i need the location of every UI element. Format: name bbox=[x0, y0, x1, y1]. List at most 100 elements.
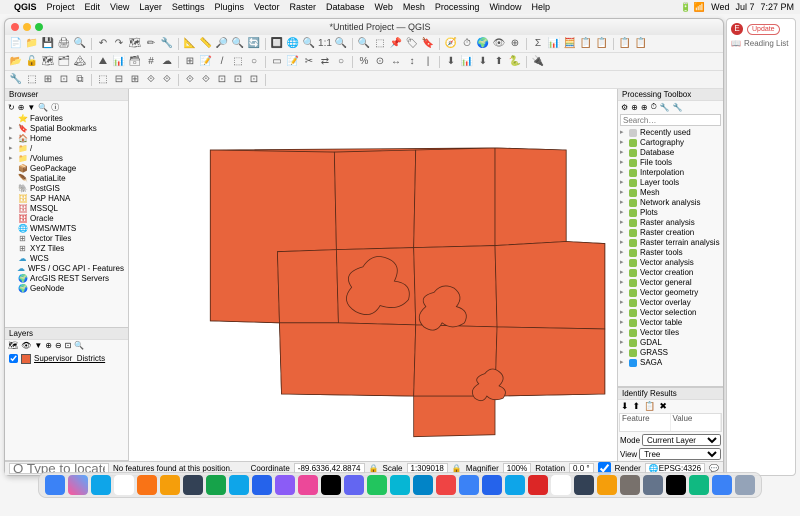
processing-provider-item[interactable]: ▸Vector overlay bbox=[620, 298, 721, 308]
menu-vector[interactable]: Vector bbox=[254, 2, 280, 12]
layers-toolbar-button[interactable]: ▼ bbox=[34, 341, 42, 350]
dock-app-icon[interactable] bbox=[643, 475, 663, 495]
toolbar-button[interactable]: 📐 bbox=[183, 37, 197, 51]
toolbar-button[interactable]: ⬆ bbox=[492, 55, 506, 69]
toolbar-button[interactable]: ⧉ bbox=[73, 73, 87, 87]
menu-layer[interactable]: Layer bbox=[139, 2, 162, 12]
toolbar-button[interactable]: 🧮 bbox=[563, 37, 577, 51]
toolbar-button[interactable]: ⟐ bbox=[144, 73, 158, 87]
browser-item[interactable]: 🌐WMS/WMTS bbox=[7, 224, 126, 234]
toolbar-button[interactable]: 📝 bbox=[199, 55, 213, 69]
browser-item[interactable]: 🗄MSSQL bbox=[7, 204, 126, 214]
dock-app-icon[interactable] bbox=[367, 475, 387, 495]
toolbar-button[interactable]: 🏷 bbox=[405, 37, 419, 51]
toolbar-button[interactable]: ⊡ bbox=[231, 73, 245, 87]
processing-toolbar-button[interactable]: 🔧 bbox=[660, 103, 670, 112]
processing-provider-item[interactable]: ▸File tools bbox=[620, 158, 721, 168]
processing-provider-item[interactable]: ▸Database bbox=[620, 148, 721, 158]
menu-plugins[interactable]: Plugins bbox=[214, 2, 244, 12]
toolbar-button[interactable]: 📝 bbox=[286, 55, 300, 69]
toolbar-button[interactable]: 🗂 bbox=[57, 55, 71, 69]
toolbar-button[interactable]: ⊟ bbox=[112, 73, 126, 87]
toolbar-button[interactable]: 🧭 bbox=[444, 37, 458, 51]
toolbar-button[interactable]: 📊 bbox=[547, 37, 561, 51]
dock-app-icon[interactable] bbox=[528, 475, 548, 495]
toolbar-button[interactable]: ✂ bbox=[302, 55, 316, 69]
browser-item[interactable]: ⊞XYZ Tiles bbox=[7, 244, 126, 254]
toolbar-button[interactable]: 🗺 bbox=[128, 37, 142, 51]
identify-copy-icon[interactable]: 📋 bbox=[644, 401, 655, 412]
toolbar-button[interactable]: 📋 bbox=[634, 37, 648, 51]
dock-app-icon[interactable] bbox=[68, 475, 88, 495]
toolbar-button[interactable]: ⛰ bbox=[96, 55, 110, 69]
toolbar-button[interactable]: 🔌 bbox=[531, 55, 545, 69]
toolbar-button[interactable]: 📁 bbox=[25, 37, 39, 51]
toolbar-button[interactable]: ⬚ bbox=[25, 73, 39, 87]
toolbar-button[interactable]: 🔍 bbox=[357, 37, 371, 51]
dock-app-icon[interactable] bbox=[597, 475, 617, 495]
browser-item[interactable]: ▸🔖Spatial Bookmarks bbox=[7, 124, 126, 134]
dock-app-icon[interactable] bbox=[183, 475, 203, 495]
browser-item[interactable]: 🐘PostGIS bbox=[7, 184, 126, 194]
dock-app-icon[interactable] bbox=[459, 475, 479, 495]
menu-qgis[interactable]: QGIS bbox=[14, 2, 37, 12]
processing-provider-item[interactable]: ▸Vector selection bbox=[620, 308, 721, 318]
toolbar-button[interactable]: ⬚ bbox=[373, 37, 387, 51]
browser-item[interactable]: ⊞Vector Tiles bbox=[7, 234, 126, 244]
dock-app-icon[interactable] bbox=[666, 475, 686, 495]
toolbar-button[interactable]: ⊡ bbox=[57, 73, 71, 87]
browser-item[interactable]: 🌍ArcGIS REST Servers bbox=[7, 274, 126, 284]
toolbar-button[interactable]: ⊞ bbox=[128, 73, 142, 87]
toolbar-button[interactable]: ⬇ bbox=[476, 55, 490, 69]
toolbar-button[interactable]: ↶ bbox=[96, 37, 110, 51]
dock-app-icon[interactable] bbox=[551, 475, 571, 495]
menu-view[interactable]: View bbox=[110, 2, 129, 12]
menu-mesh[interactable]: Mesh bbox=[403, 2, 425, 12]
browser-toolbar-button[interactable]: ↻ bbox=[8, 103, 15, 112]
processing-provider-item[interactable]: ▸Layer tools bbox=[620, 178, 721, 188]
processing-toolbar-button[interactable]: ⊕ bbox=[631, 103, 638, 112]
toolbar-button[interactable]: ⇄ bbox=[318, 55, 332, 69]
dock-app-icon[interactable] bbox=[344, 475, 364, 495]
toolbar-button[interactable]: 🔓 bbox=[25, 55, 39, 69]
identify-mode-select[interactable]: Current Layer bbox=[642, 434, 721, 446]
menu-settings[interactable]: Settings bbox=[172, 2, 205, 12]
browser-item[interactable]: ☁WCS bbox=[7, 254, 126, 264]
toolbar-button[interactable]: 📌 bbox=[389, 37, 403, 51]
layers-toolbar-button[interactable]: ⊕ bbox=[45, 341, 52, 350]
browser-item[interactable]: ▸🏠Home bbox=[7, 134, 126, 144]
browser-item[interactable]: 🗄SAP HANA bbox=[7, 194, 126, 204]
processing-provider-item[interactable]: ▸Interpolation bbox=[620, 168, 721, 178]
dock-app-icon[interactable] bbox=[436, 475, 456, 495]
dock-app-icon[interactable] bbox=[321, 475, 341, 495]
toolbar-button[interactable]: 🔲 bbox=[270, 37, 284, 51]
dock-app-icon[interactable] bbox=[482, 475, 502, 495]
toolbar-button[interactable]: 🌍 bbox=[476, 37, 490, 51]
toolbar-button[interactable]: 🔍 bbox=[73, 37, 87, 51]
dock-app-icon[interactable] bbox=[160, 475, 180, 495]
toolbar-button[interactable]: 🔎 bbox=[215, 37, 229, 51]
layer-row[interactable]: Supervisor_Districts bbox=[9, 354, 124, 364]
toolbar-button[interactable]: ⊙ bbox=[373, 55, 387, 69]
zoom-window-button[interactable] bbox=[35, 23, 43, 31]
browser-item[interactable]: 🗄Oracle bbox=[7, 214, 126, 224]
dock-app-icon[interactable] bbox=[275, 475, 295, 495]
toolbar-button[interactable]: 📂 bbox=[9, 55, 23, 69]
identify-clear-icon[interactable]: ✖ bbox=[659, 401, 667, 412]
processing-toolbar-button[interactable]: 🔧 bbox=[673, 103, 683, 112]
dock-app-icon[interactable] bbox=[45, 475, 65, 495]
toolbar-button[interactable]: / bbox=[215, 55, 229, 69]
browser-toolbar-button[interactable]: ⊕ bbox=[18, 103, 25, 112]
layers-toolbar-button[interactable]: ⊡ bbox=[65, 341, 72, 350]
toolbar-button[interactable]: 🔍 bbox=[231, 37, 245, 51]
processing-provider-item[interactable]: ▸SAGA bbox=[620, 358, 721, 368]
toolbar-button[interactable]: ⊞ bbox=[183, 55, 197, 69]
browser-item[interactable]: ▸📁/ bbox=[7, 144, 126, 154]
dock-app-icon[interactable] bbox=[735, 475, 755, 495]
close-window-button[interactable] bbox=[11, 23, 19, 31]
toolbar-button[interactable]: ⟐ bbox=[183, 73, 197, 87]
processing-toolbar-button[interactable]: ⊕ bbox=[641, 103, 648, 112]
browser-toolbar-button[interactable]: ⓘ bbox=[51, 102, 59, 113]
menu-window[interactable]: Window bbox=[489, 2, 521, 12]
toolbar-button[interactable]: Σ bbox=[531, 37, 545, 51]
